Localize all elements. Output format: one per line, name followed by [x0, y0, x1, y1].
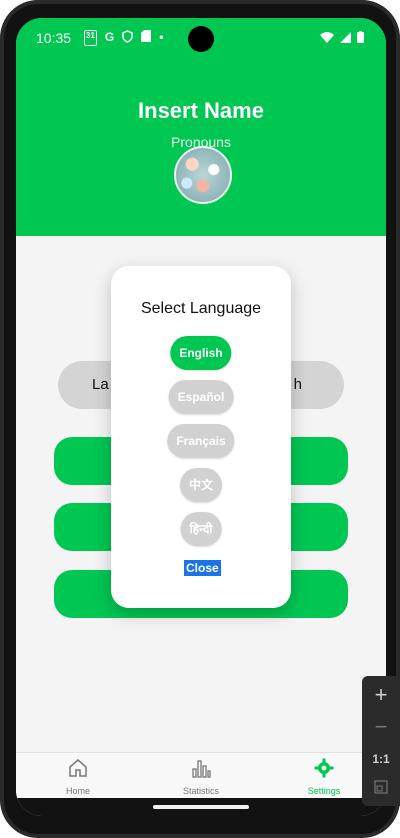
dialog-title: Select Language	[140, 300, 262, 317]
nav-label-statistics: Statistics	[182, 786, 219, 796]
status-time: 10:35	[36, 30, 72, 46]
language-option-hindi[interactable]: हिन्दी	[180, 512, 222, 546]
device-bezel: 10:35 31 G • Insert Name Pronouns La h S…	[4, 4, 396, 834]
wifi-icon	[320, 31, 334, 43]
camera-cutout	[188, 26, 214, 52]
emulator-zoom-controls: + − 1:1	[362, 676, 400, 806]
profile-name[interactable]: Insert Name	[16, 98, 386, 124]
calendar-icon: 31	[84, 30, 97, 46]
avatar[interactable]	[174, 146, 232, 204]
actual-size-button[interactable]: 1:1	[362, 752, 400, 766]
close-button[interactable]: Close	[184, 560, 221, 576]
status-bar: 10:35 31 G •	[16, 18, 386, 58]
language-value: h	[293, 376, 302, 393]
language-option-english[interactable]: English	[170, 336, 232, 370]
nav-item-settings[interactable]: Settings	[284, 757, 364, 796]
home-gesture-bar[interactable]	[153, 805, 249, 809]
home-icon	[69, 759, 87, 777]
language-dialog: Select Language English Español Français…	[111, 266, 291, 608]
fit-screen-icon[interactable]	[362, 780, 400, 799]
notification-dot-icon: •	[159, 30, 164, 44]
bar-chart-icon	[192, 760, 211, 778]
zoom-out-icon[interactable]: −	[362, 714, 400, 740]
nav-label-home: Home	[65, 786, 90, 796]
sd-card-icon	[141, 30, 152, 46]
language-option-spanish[interactable]: Español	[168, 380, 234, 414]
signal-icon	[340, 31, 351, 43]
app-screen: 10:35 31 G • Insert Name Pronouns La h S…	[16, 18, 386, 816]
nav-item-home[interactable]: Home	[38, 757, 118, 796]
google-icon: G	[104, 30, 115, 44]
language-option-french[interactable]: Français	[167, 424, 235, 458]
shield-icon	[122, 30, 133, 46]
language-label: La	[92, 376, 109, 393]
language-option-chinese[interactable]: 中文	[179, 468, 223, 502]
gear-icon	[314, 758, 334, 778]
status-icons: 31 G •	[84, 30, 163, 46]
zoom-in-icon[interactable]: +	[362, 682, 400, 708]
battery-icon	[357, 31, 364, 43]
system-status-icons	[320, 31, 364, 43]
bottom-navigation: Home Statistics Settings	[16, 752, 386, 799]
nav-item-statistics[interactable]: Statistics	[161, 757, 241, 796]
nav-label-settings: Settings	[307, 786, 341, 796]
profile-header: Insert Name Pronouns	[16, 58, 386, 236]
device-frame: 10:35 31 G • Insert Name Pronouns La h S…	[0, 0, 400, 838]
gesture-area	[16, 798, 386, 816]
